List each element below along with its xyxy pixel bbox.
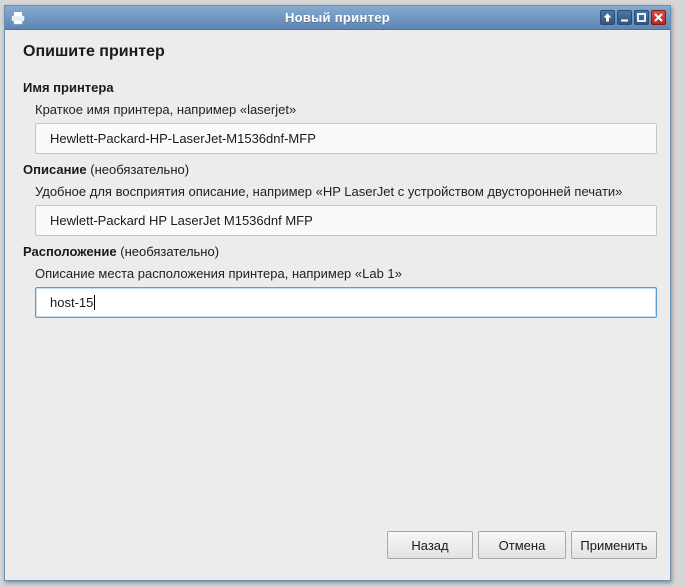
description-label: Описание <box>23 162 87 177</box>
description-value: Hewlett-Packard HP LaserJet M1536dnf MFP <box>50 213 313 228</box>
close-icon[interactable] <box>651 10 666 25</box>
printer-name-field[interactable]: Hewlett-Packard-HP-LaserJet-M1536dnf-MFP <box>35 123 657 154</box>
cancel-button[interactable]: Отмена <box>478 531 566 559</box>
printer-name-value: Hewlett-Packard-HP-LaserJet-M1536dnf-MFP <box>50 131 316 146</box>
dialog-window: Новый принтер Опишите принтер Имя принте… <box>4 5 671 581</box>
title-bar[interactable]: Новый принтер <box>5 6 670 30</box>
location-hint: Описание места расположения принтера, на… <box>35 266 402 281</box>
description-section-label: Описание (необязательно) <box>23 162 189 177</box>
maximize-icon[interactable] <box>634 10 649 25</box>
location-field[interactable]: host-15 <box>35 287 657 318</box>
location-value: host-15 <box>50 295 94 310</box>
name-hint: Краткое имя принтера, например «laserjet… <box>35 102 297 117</box>
name-label: Имя принтера <box>23 80 114 95</box>
arrow-up-icon[interactable] <box>600 10 615 25</box>
location-optional: (необязательно) <box>120 244 220 259</box>
description-hint: Удобное для восприятия описание, наприме… <box>35 184 623 199</box>
description-optional: (необязательно) <box>90 162 190 177</box>
back-button[interactable]: Назад <box>387 531 473 559</box>
window-title: Новый принтер <box>284 10 391 25</box>
location-label: Расположение <box>23 244 117 259</box>
dialog-content: Опишите принтер Имя принтера Краткое имя… <box>5 31 670 580</box>
text-caret <box>94 295 96 310</box>
apply-button[interactable]: Применить <box>571 531 657 559</box>
name-section-label: Имя принтера <box>23 80 114 95</box>
location-section-label: Расположение (необязательно) <box>23 244 219 259</box>
page-title: Опишите принтер <box>23 43 165 60</box>
minimize-icon[interactable] <box>617 10 632 25</box>
window-controls <box>600 10 666 25</box>
description-field[interactable]: Hewlett-Packard HP LaserJet M1536dnf MFP <box>35 205 657 236</box>
